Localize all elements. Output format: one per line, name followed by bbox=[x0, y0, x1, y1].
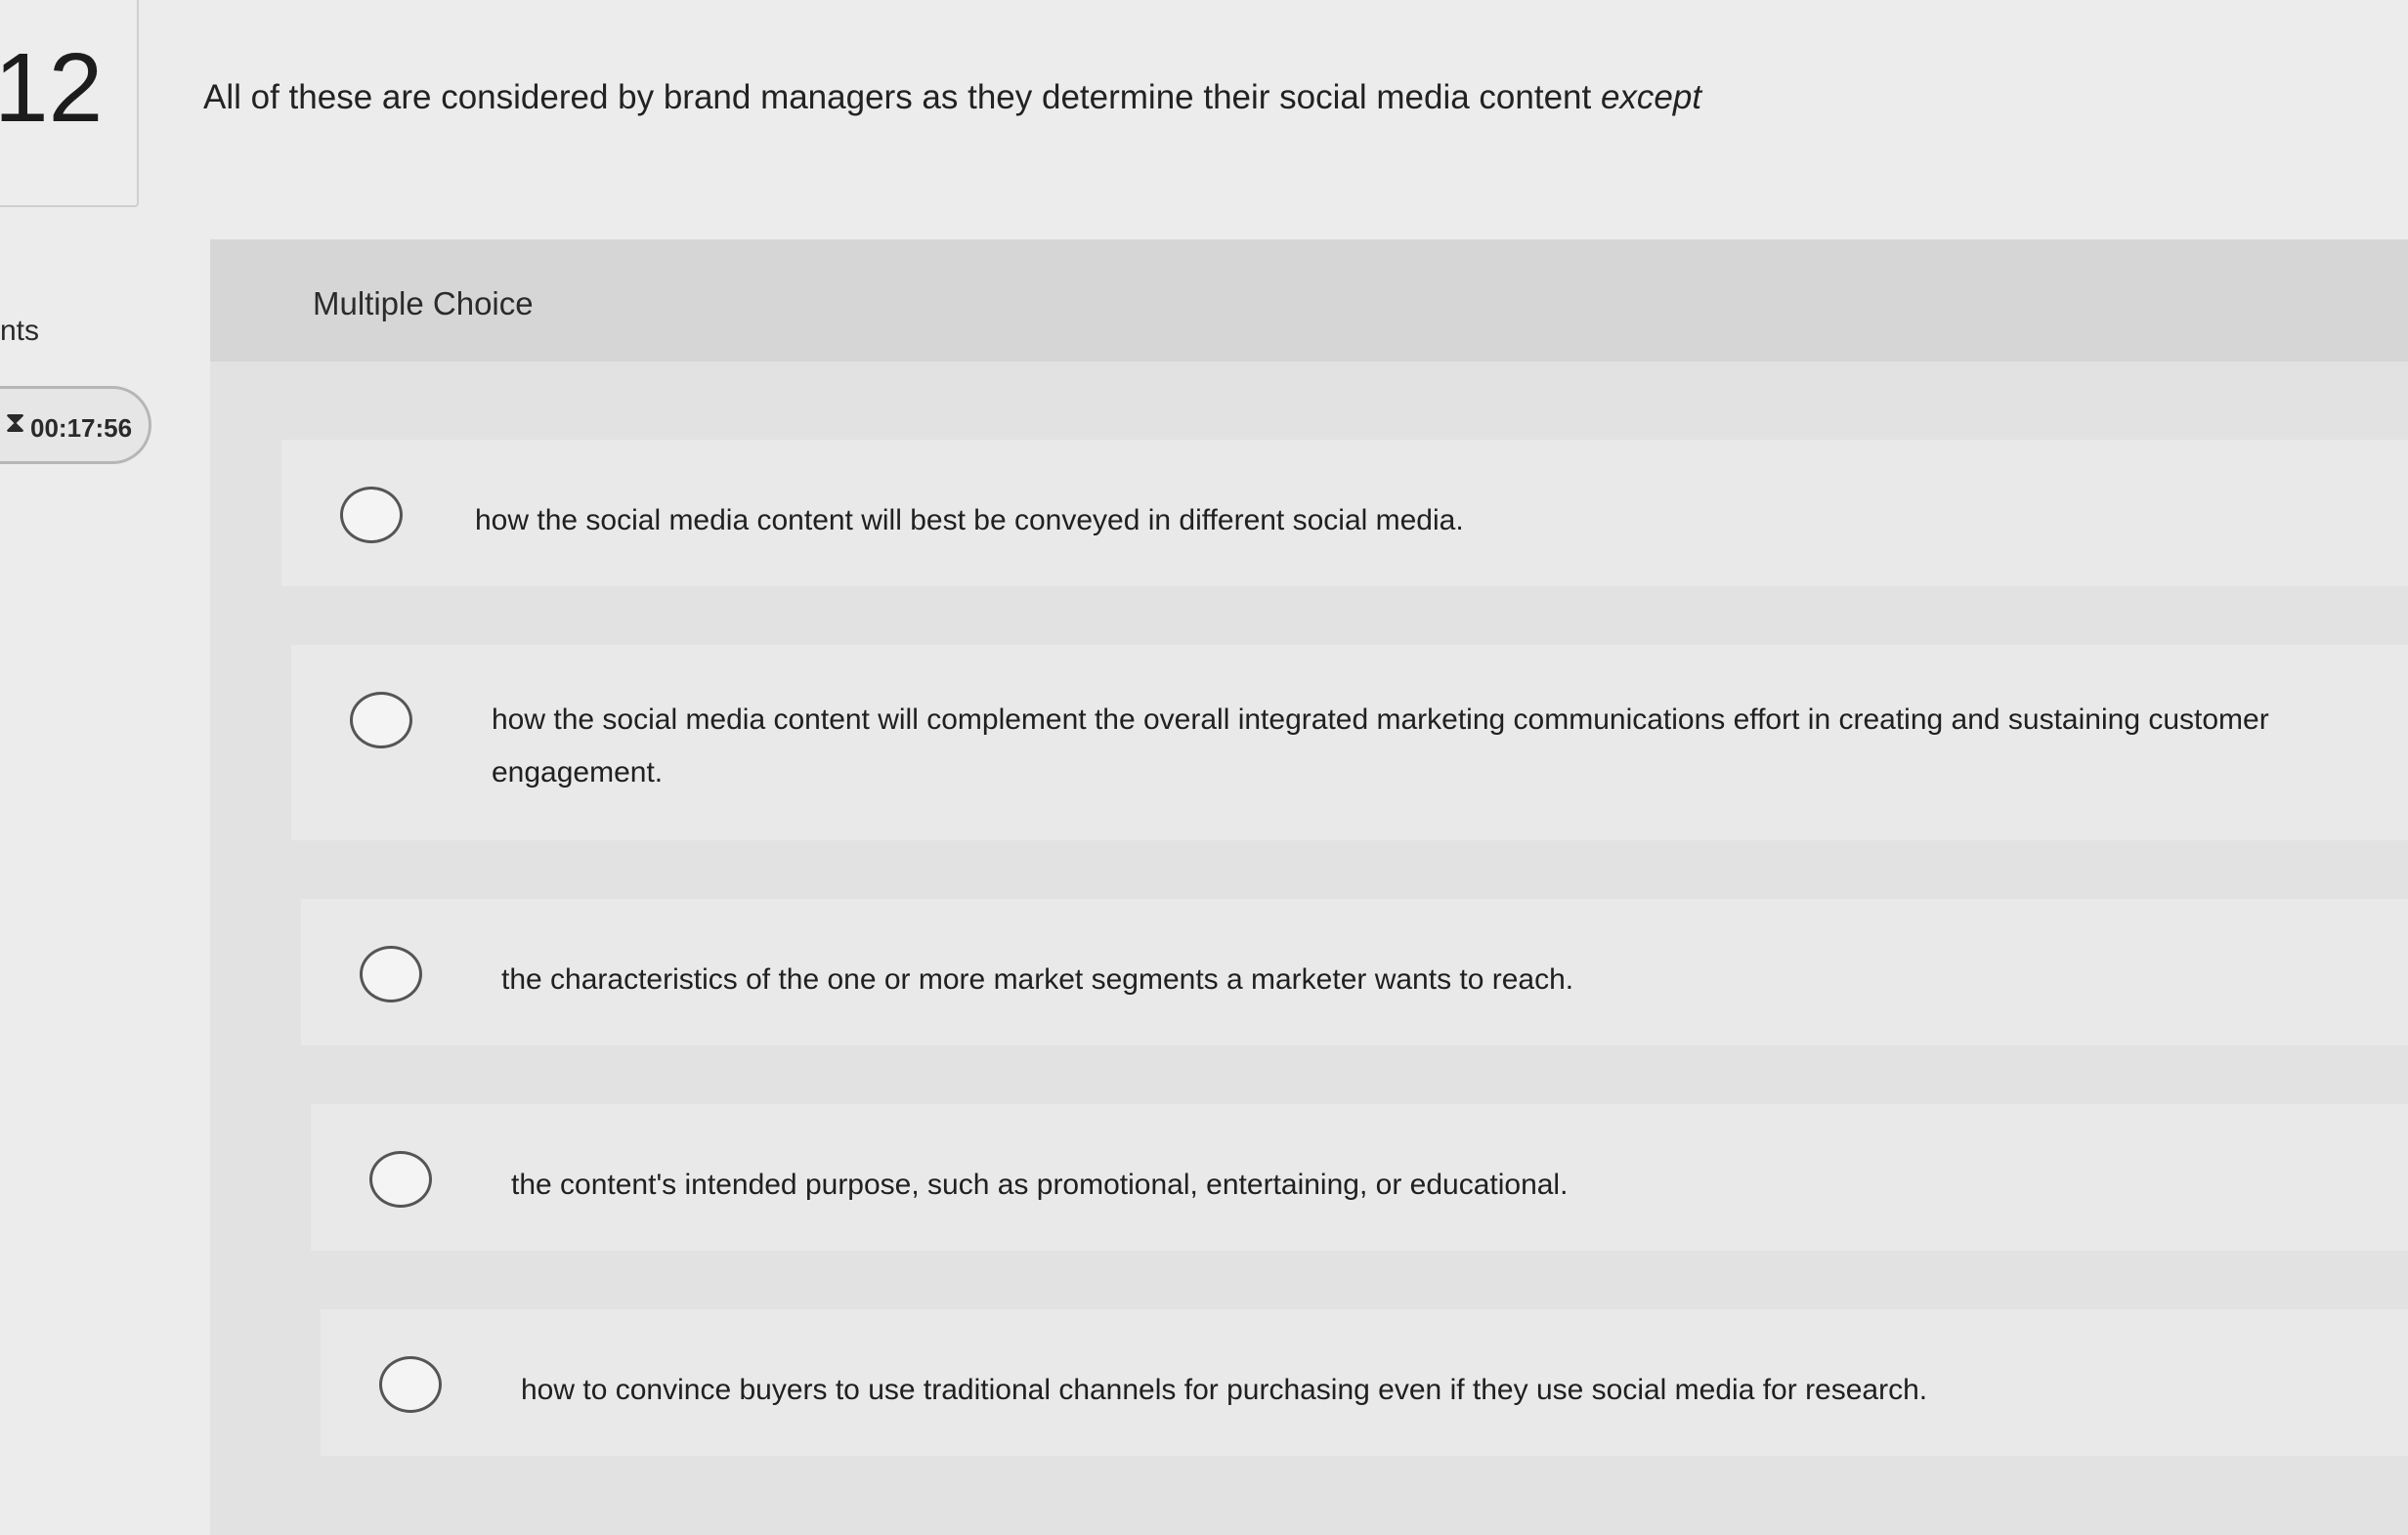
choice-option-4[interactable]: the content's intended purpose, such as … bbox=[311, 1104, 2408, 1251]
choice-label: the characteristics of the one or more m… bbox=[501, 963, 1574, 996]
radio-button[interactable] bbox=[369, 1151, 432, 1208]
choice-option-5[interactable]: how to convince buyers to use traditiona… bbox=[321, 1309, 2408, 1456]
choice-label: how the social media content will comple… bbox=[492, 704, 2269, 789]
question-type-label: Multiple Choice bbox=[313, 285, 534, 321]
choice-option-1[interactable]: how the social media content will best b… bbox=[281, 440, 2408, 586]
hourglass-icon: ⧗ bbox=[5, 406, 26, 439]
timer-badge[interactable]: ⧗ 00:17:56 bbox=[0, 386, 151, 464]
radio-button[interactable] bbox=[340, 487, 403, 543]
question-prompt: All of these are considered by brand man… bbox=[203, 78, 1701, 117]
question-text: All of these are considered by brand man… bbox=[203, 78, 1592, 116]
question-number-box: 12 bbox=[0, 0, 139, 207]
choice-option-2[interactable]: how the social media content will comple… bbox=[291, 645, 2408, 840]
choice-label: how to convince buyers to use traditiona… bbox=[521, 1374, 1928, 1406]
question-emphasis: except bbox=[1600, 78, 1702, 116]
choice-option-3[interactable]: the characteristics of the one or more m… bbox=[301, 899, 2408, 1045]
radio-button[interactable] bbox=[350, 692, 412, 748]
choice-label: how the social media content will best b… bbox=[475, 504, 1464, 536]
question-type-header bbox=[210, 239, 2408, 362]
choice-label: the content's intended purpose, such as … bbox=[511, 1169, 1569, 1201]
question-number: 12 bbox=[0, 33, 104, 143]
radio-button[interactable] bbox=[379, 1356, 442, 1413]
radio-button[interactable] bbox=[360, 946, 422, 1002]
points-label: nts bbox=[0, 315, 40, 347]
timer-text: 00:17:56 bbox=[30, 413, 133, 443]
